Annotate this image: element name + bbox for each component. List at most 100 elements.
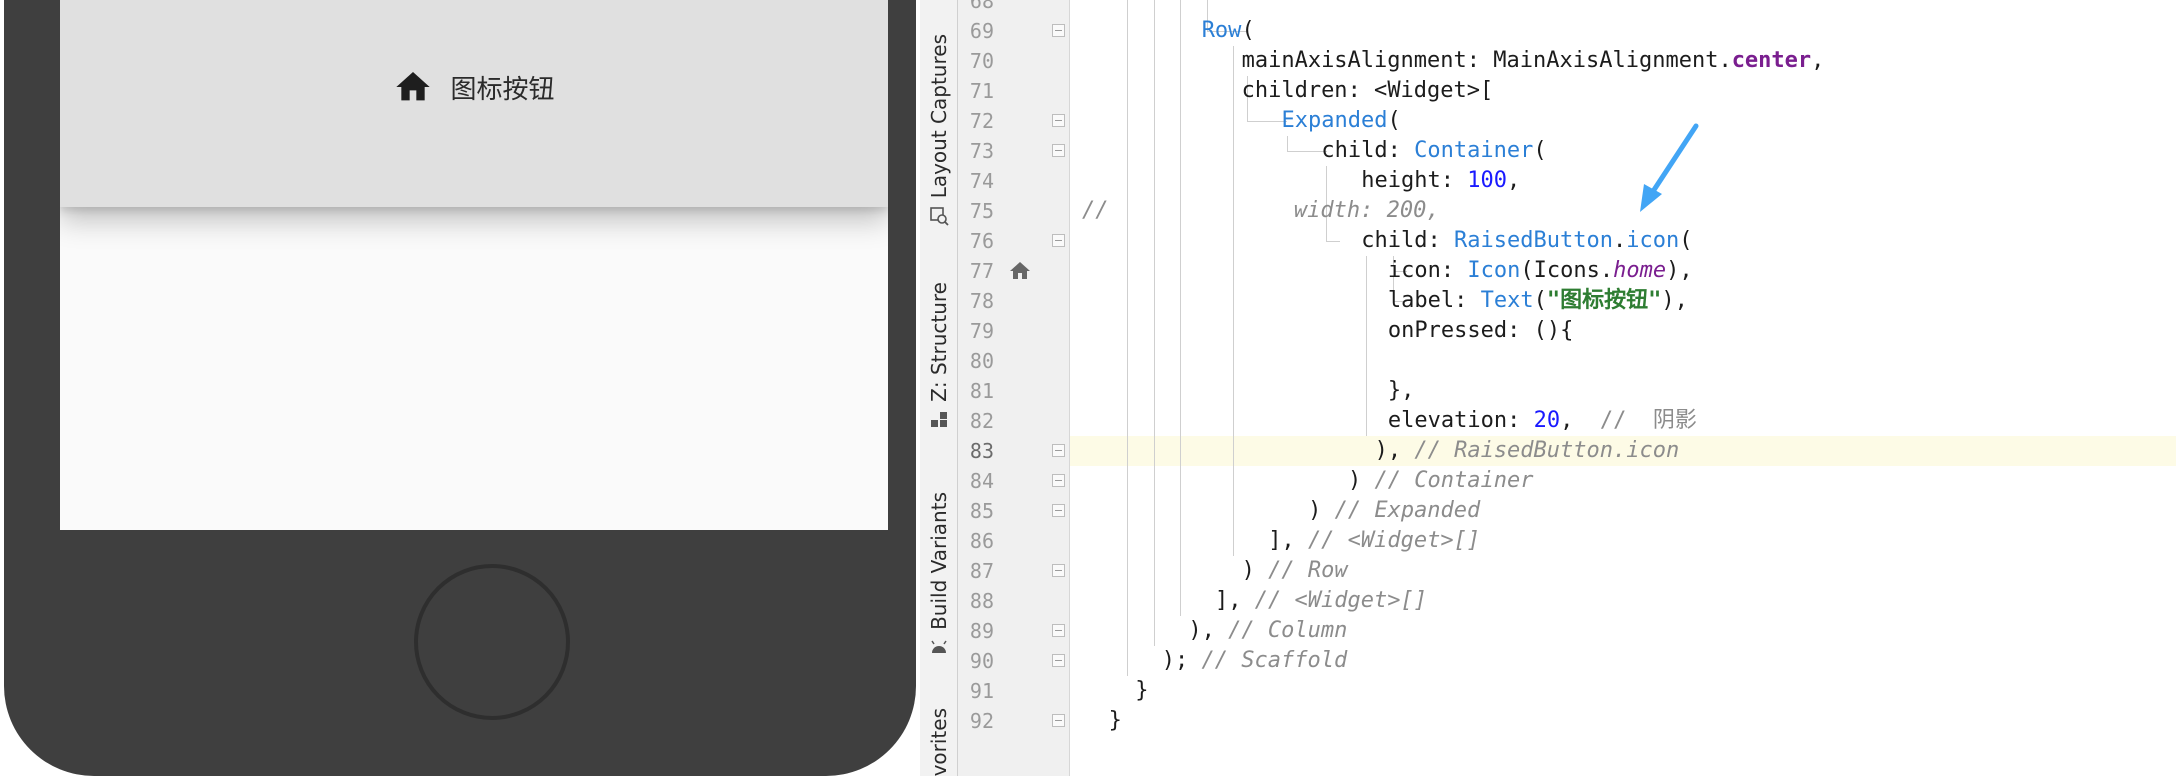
fold-icon[interactable] [1052,114,1065,127]
code-line: height: 100, [1361,166,1520,196]
code-line: label: Text("图标按钮"), [1388,286,1688,316]
line-number: 82 [969,409,994,433]
gutter-row: 72 [958,106,1070,136]
code-token: home [1613,258,1667,283]
gutter-row: 80 [958,346,1070,376]
indent-guide [1180,0,1181,616]
tab-favorites-label: vorites [927,707,951,776]
fold-icon[interactable] [1052,714,1065,727]
gutter-row: 87 [958,556,1070,586]
code-token: Icon [1467,258,1521,283]
line-number: 70 [969,49,994,73]
code-token: }, [1387,378,1415,403]
code-token: // Expanded [1334,498,1481,523]
code-token: ( [1679,228,1693,253]
code-token: // <Widget>[] [1307,528,1481,553]
fold-icon[interactable] [1052,234,1065,247]
code-token: children [1241,78,1348,103]
gutter-row: 86 [958,526,1070,556]
code-token: Widget [1387,78,1467,103]
code-token: // <Widget>[] [1254,588,1427,613]
fold-icon[interactable] [1052,474,1065,487]
gutter-row: 78 [958,286,1070,316]
code-token: ( [1241,18,1255,43]
code-line: elevation: 20, // 阴影 [1388,406,1697,436]
phone-frame: 图标按钮 [4,0,916,776]
code-token: . [1599,258,1614,283]
gutter-row: 69 [958,16,1070,46]
line-number: 72 [969,109,994,133]
fold-icon[interactable] [1052,24,1065,37]
fold-icon[interactable] [1052,504,1065,517]
code-token: 100 [1467,168,1508,193]
code-line: ], // <Widget>[] [1215,586,1427,616]
button-label: 图标按钮 [450,74,555,105]
code-line: child: RaisedButton.icon( [1361,226,1692,256]
fold-icon[interactable] [1052,624,1065,637]
code-token: ) [1308,498,1335,523]
fold-icon[interactable] [1052,654,1065,667]
code-token: , [1507,168,1521,193]
code-token: // Container [1374,468,1534,493]
code-token: "图标按钮" [1546,288,1662,313]
code-line: onPressed: (){ [1388,316,1573,346]
tab-favorites[interactable]: vorites [920,702,958,776]
code-line: Expanded( [1282,106,1401,136]
code-line: ], // <Widget>[] [1268,526,1480,556]
line-number: 77 [969,259,994,283]
indent-guide [1154,0,1155,646]
code-line: ) // Container [1348,466,1533,496]
code-token: // 阴影 [1599,408,1697,433]
gutter-row: 88 [958,586,1070,616]
gutter-row: 70 [958,46,1070,76]
code-token: ); [1161,648,1202,673]
code-token: : [1387,138,1415,163]
code-token: ) [1348,468,1375,493]
fold-icon[interactable] [1052,444,1065,457]
code-token: ), [1188,618,1229,643]
code-token: MainAxisAlignment [1493,48,1719,73]
code-token: ) [1241,558,1269,583]
code-line: children: <Widget>[ [1242,76,1494,106]
indent-guide [1127,0,1128,676]
code-token: child [1361,228,1428,253]
code-token: ( [1533,138,1547,163]
tab-layout-captures[interactable]: Layout Captures [920,8,958,226]
gutter-row: 74 [958,166,1070,196]
code-editor[interactable]: Row(mainAxisAlignment: MainAxisAlignment… [1070,0,2176,776]
fold-icon[interactable] [1052,564,1065,577]
code-token: : [1454,288,1481,313]
code-token: ( [1387,108,1401,133]
code-line: Row( [1202,16,1255,46]
android-icon [931,640,947,653]
gutter-row: 77 [958,256,1070,286]
code-line: ); // Scaffold [1162,646,1347,676]
gutter-row: 68 [958,0,1070,16]
editor-gutter: 68 69 70 71 72 73 74 75 76 77 78 79 80 81 82 83 84 85 86 87… [958,0,1070,776]
code-token: 20 [1533,408,1561,433]
tool-window-strip: Layout Captures Z: Structure Build Varia… [920,0,958,776]
code-token: : [1440,168,1468,193]
code-line: } [1135,676,1148,706]
code-token: ], [1215,588,1255,613]
line-number: 87 [969,559,994,583]
line-number: 75 [969,199,994,223]
code-token: , [1560,408,1600,433]
code-token: Text [1480,288,1534,313]
gutter-row: 81 [958,376,1070,406]
code-token: } [1135,678,1149,703]
gutter-row: 79 [958,316,1070,346]
raised-icon-button[interactable]: 图标按钮 [60,0,888,207]
line-number: 76 [969,229,994,253]
tab-build-variants[interactable]: Build Variants [920,478,958,658]
fold-icon[interactable] [1052,144,1065,157]
tab-structure-label: Z: Structure [927,282,951,402]
home-icon [396,72,431,101]
code-line: ) // Expanded [1308,496,1480,526]
home-hardware-button[interactable] [414,564,570,720]
code-token: : [1507,408,1534,433]
tab-structure[interactable]: Z: Structure [920,262,958,430]
phone-emulator: 图标按钮 [0,0,920,776]
gutter-row: 89 [958,616,1070,646]
code-token: ), [1661,288,1688,313]
